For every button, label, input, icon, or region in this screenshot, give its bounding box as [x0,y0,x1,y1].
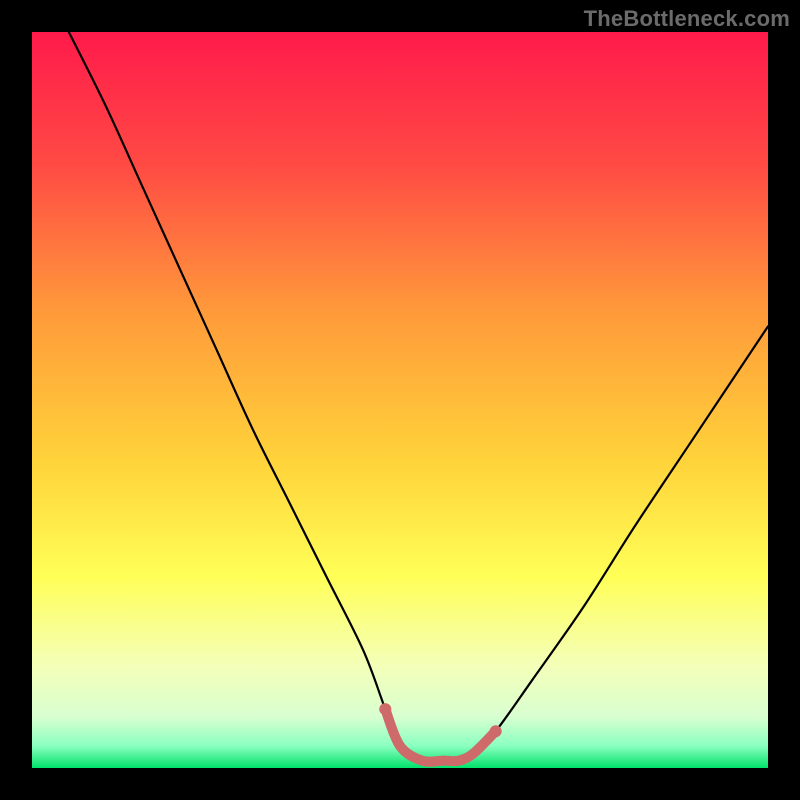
bottleneck-plot [32,32,768,768]
highlight-end-dot [379,703,391,715]
chart-frame [32,32,768,768]
gradient-background [32,32,768,768]
watermark-text: TheBottleneck.com [584,6,790,32]
highlight-end-dot [490,725,502,737]
